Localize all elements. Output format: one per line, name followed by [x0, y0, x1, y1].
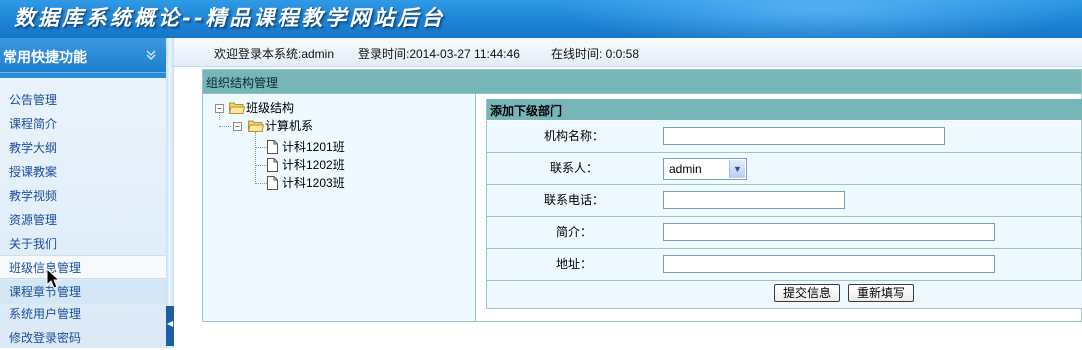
add-department-form: 添加下级部门 机构名称： 联系人： admin ▼ 联系电话： 简介： 地址： … — [476, 94, 1082, 321]
banner-glow — [560, 0, 1080, 38]
tree-node-class[interactable]: 计科1201班 — [267, 139, 417, 155]
name-field-cell — [661, 121, 1082, 153]
org-tree: − 班级结构 − 计算机系 计科1201班 计科1202班 计科1203班 — [203, 94, 476, 321]
name-label: 机构名称： — [486, 121, 662, 153]
sidebar-item-about[interactable]: 关于我们 — [0, 232, 166, 256]
sidebar-item-resources[interactable]: 资源管理 — [0, 208, 166, 232]
sidebar-item-users[interactable]: 系统用户管理 — [0, 302, 166, 326]
phone-field-cell — [661, 185, 1082, 217]
sidebar-header[interactable]: 常用快捷功能 — [0, 38, 166, 73]
sidebar-item-password[interactable]: 修改登录密码 — [0, 326, 166, 350]
tree-label-class: 计科1202班 — [282, 158, 345, 172]
sidebar-item-syllabus[interactable]: 教学大纲 — [0, 136, 166, 160]
form-row-name: 机构名称： — [486, 121, 1082, 153]
tree-node-class[interactable]: 计科1203班 — [267, 175, 417, 191]
folder-open-icon — [248, 120, 264, 132]
form-row-contact: 联系人： admin ▼ — [486, 153, 1082, 185]
site-title: 数据库系统概论--精品课程教学网站后台 — [14, 5, 446, 30]
sidebar: 常用快捷功能 公告管理 课程简介 教学大纲 授课教案 教学视频 资源管理 关于我… — [0, 38, 166, 348]
tree-label-department: 计算机系 — [265, 119, 314, 133]
sidebar-item-lesson-plans[interactable]: 授课教案 — [0, 160, 166, 184]
double-chevron-down-icon — [146, 50, 156, 60]
sidebar-splitter[interactable]: ◀ — [166, 38, 174, 348]
contact-select-value: admin — [669, 162, 702, 176]
form-title-bar: 添加下级部门 — [486, 99, 1082, 120]
login-time-text: 登录时间:2014-03-27 11:44:46 — [358, 47, 520, 61]
folder-open-icon — [229, 102, 245, 114]
sidebar-menu: 公告管理 课程简介 教学大纲 授课教案 教学视频 资源管理 关于我们 班级信息管… — [0, 78, 166, 348]
document-icon — [267, 176, 278, 190]
phone-input[interactable] — [663, 191, 845, 209]
sidebar-item-chapters[interactable]: 课程章节管理 — [0, 280, 166, 304]
header-banner: 数据库系统概论--精品课程教学网站后台 — [0, 0, 1082, 38]
address-field-cell — [661, 249, 1082, 281]
tree-connector — [255, 147, 267, 148]
tree-node-class[interactable]: 计科1202班 — [267, 157, 417, 173]
tree-label-class: 计科1203班 — [282, 176, 345, 190]
welcome-text: 欢迎登录本系统:admin — [214, 47, 335, 61]
intro-field-cell — [661, 217, 1082, 249]
panel-header: 组织结构管理 — [203, 70, 1081, 94]
org-name-input[interactable] — [663, 127, 945, 145]
sidebar-item-videos[interactable]: 教学视频 — [0, 184, 166, 208]
contact-label: 联系人： — [486, 153, 662, 185]
intro-input[interactable] — [663, 223, 995, 241]
arrow-left-icon: ◀ — [167, 319, 174, 328]
sidebar-item-class-info[interactable]: 班级信息管理 — [0, 255, 166, 279]
tree-node-root[interactable]: − 班级结构 — [215, 100, 415, 116]
tree-node-department[interactable]: − 计算机系 — [233, 118, 433, 134]
intro-label: 简介： — [486, 217, 662, 249]
collapse-toggle-icon[interactable]: − — [233, 122, 242, 131]
form-row-address: 地址： — [486, 249, 1082, 281]
tree-label-root: 班级结构 — [246, 101, 295, 115]
org-structure-panel: 组织结构管理 − 班级结构 − 计算机系 计科1201班 计科1202班 计科1… — [202, 69, 1082, 322]
tree-connector — [255, 183, 267, 184]
reset-button[interactable]: 重新填写 — [848, 284, 915, 302]
chevron-down-icon[interactable]: ▼ — [729, 160, 745, 178]
sidebar-item-announcements[interactable]: 公告管理 — [0, 88, 166, 112]
collapse-chevron-icon[interactable] — [144, 48, 158, 62]
submit-button[interactable]: 提交信息 — [774, 284, 841, 302]
form-button-row: 提交信息 重新填写 — [486, 281, 1082, 309]
document-icon — [267, 158, 278, 172]
contact-field-cell: admin ▼ — [661, 153, 1082, 185]
form-row-intro: 简介： — [486, 217, 1082, 249]
tree-label-class: 计科1201班 — [282, 140, 345, 154]
online-time-text: 在线时间: 0:0:58 — [551, 47, 640, 61]
contact-select[interactable]: admin ▼ — [663, 158, 747, 180]
document-icon — [267, 140, 278, 154]
sidebar-item-course-intro[interactable]: 课程简介 — [0, 112, 166, 136]
form-row-phone: 联系电话： — [486, 185, 1082, 217]
tree-connector — [255, 132, 256, 184]
address-label: 地址： — [486, 249, 662, 281]
panel-title: 组织结构管理 — [206, 76, 279, 90]
sidebar-title: 常用快捷功能 — [3, 50, 87, 66]
mouse-pointer-icon — [46, 267, 62, 290]
collapse-sidebar-handle[interactable]: ◀ — [166, 306, 174, 346]
status-bar: 欢迎登录本系统:admin 登录时间:2014-03-27 11:44:46 在… — [174, 38, 1082, 67]
tree-connector — [255, 165, 267, 166]
form-title: 添加下级部门 — [490, 104, 563, 118]
tree-connector — [219, 126, 231, 127]
phone-label: 联系电话： — [486, 185, 662, 217]
collapse-toggle-icon[interactable]: − — [215, 104, 224, 113]
address-input[interactable] — [663, 255, 995, 273]
